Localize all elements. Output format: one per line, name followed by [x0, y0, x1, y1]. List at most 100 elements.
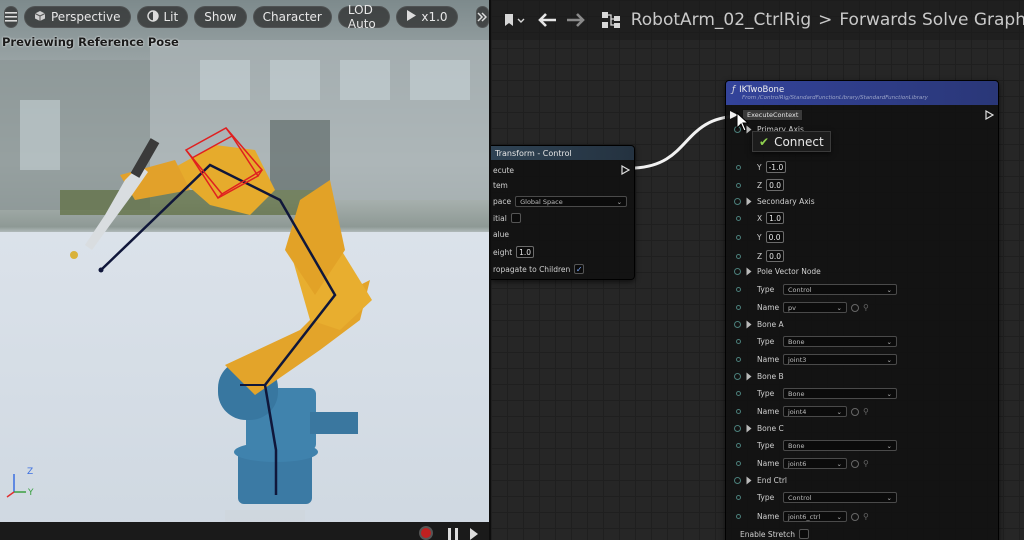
search-icon[interactable]: ⚲ [863, 459, 869, 468]
expand-triangle-icon[interactable] [746, 476, 752, 485]
pole-type-pin[interactable] [736, 287, 741, 292]
bone-b-type-pin[interactable] [736, 391, 741, 396]
bone-c-type-row: Type Bone ⌄ [734, 440, 897, 451]
chevron-down-icon: ⌄ [616, 197, 623, 206]
bone-a-pin[interactable] [734, 321, 741, 328]
perspective-label: Perspective [51, 10, 121, 24]
record-icon[interactable] [419, 526, 433, 540]
bone-c-pin[interactable] [734, 425, 741, 432]
search-icon[interactable]: ⚲ [863, 303, 869, 312]
bone-b-name-label: Name [757, 407, 780, 416]
search-icon[interactable]: ⚲ [863, 512, 869, 521]
secondary-x-row: X 1.0 [734, 212, 785, 224]
expand-triangle-icon[interactable] [746, 424, 752, 433]
pole-name-pin[interactable] [736, 305, 741, 310]
double-chevron-right-icon[interactable] [475, 6, 489, 28]
secondary-z-pin[interactable] [736, 253, 741, 259]
bone-c-name-dropdown[interactable]: joint6 ⌄ [783, 458, 847, 469]
clear-selection-icon[interactable] [851, 459, 859, 468]
show-label: Show [204, 10, 237, 24]
expand-triangle-icon[interactable] [746, 197, 752, 206]
primary-z-row: Z 0.0 [734, 179, 785, 191]
clear-selection-icon[interactable] [851, 407, 859, 416]
transform-control-node[interactable]: Transform - Control ecute tem pace Globa… [491, 145, 635, 280]
bone-b-name-value: joint4 [788, 407, 807, 416]
bone-c-name-label: Name [757, 459, 780, 468]
control-rig-graph[interactable]: RobotArm_02_CtrlRig > Forwards Solve Gra… [489, 0, 1024, 540]
transform-execute-out-pin[interactable] [621, 164, 631, 177]
expand-triangle-icon[interactable] [746, 320, 752, 329]
pole-name-value: pv [788, 303, 796, 312]
end-ctrl-type-pin[interactable] [736, 495, 741, 500]
transform-space-dropdown[interactable]: Global Space ⌄ [515, 196, 628, 207]
primary-z-input[interactable]: 0.0 [766, 179, 785, 191]
pole-vector-pin[interactable] [734, 268, 741, 275]
bone-a-name-label: Name [757, 355, 780, 364]
primary-z-letter: Z [757, 180, 763, 190]
primary-z-pin[interactable] [736, 182, 741, 188]
secondary-x-pin[interactable] [736, 215, 741, 221]
secondary-y-input[interactable]: 0.0 [765, 231, 784, 243]
show-button[interactable]: Show [194, 6, 247, 28]
bone-a-name-pin[interactable] [736, 357, 741, 362]
axis-y-label: Y [27, 488, 34, 498]
pole-name-dropdown[interactable]: pv ⌄ [783, 302, 847, 313]
search-icon[interactable]: ⚲ [863, 407, 869, 416]
bone-c-type-label: Type [757, 441, 775, 450]
bone-a-type-value: Bone [788, 337, 805, 346]
end-ctrl-name-value: joint6_ctrl [788, 512, 821, 521]
chevron-down-icon: ⌄ [886, 355, 892, 364]
expand-triangle-icon[interactable] [746, 267, 752, 276]
bone-a-type-pin[interactable] [736, 339, 741, 344]
lit-button[interactable]: Lit [136, 6, 189, 28]
bone-c-type-pin[interactable] [736, 443, 741, 448]
pause-icon[interactable] [448, 528, 458, 540]
bone-a-name-dropdown[interactable]: joint3 ⌄ [783, 354, 897, 365]
clear-selection-icon[interactable] [851, 512, 859, 521]
end-ctrl-name-pin[interactable] [736, 514, 741, 519]
enable-stretch-checkbox[interactable] [798, 529, 809, 539]
primary-y-input[interactable]: -1.0 [765, 161, 787, 173]
bone-b-pin[interactable] [734, 373, 741, 380]
step-forward-icon[interactable] [470, 528, 478, 540]
bone-b-type-dropdown[interactable]: Bone ⌄ [783, 388, 897, 399]
transform-weight-label: eight [493, 247, 513, 257]
bone-b-name-pin[interactable] [736, 409, 741, 414]
bone-c-type-dropdown[interactable]: Bone ⌄ [783, 440, 897, 451]
end-ctrl-name-row: Name joint6_ctrl ⌄ ⚲ [734, 511, 869, 522]
robot-arm-preview[interactable] [0, 0, 489, 540]
secondary-y-pin[interactable] [736, 234, 741, 240]
end-ctrl-type-dropdown[interactable]: Control ⌄ [783, 492, 897, 503]
secondary-x-letter: X [757, 213, 763, 223]
end-ctrl-type-label: Type [757, 493, 775, 502]
transform-execute-row: ecute [493, 166, 514, 175]
end-ctrl-row: End Ctrl [734, 476, 787, 485]
execute-context-out-pin[interactable] [985, 109, 995, 122]
bone-c-name-pin[interactable] [736, 461, 741, 466]
bone-b-name-dropdown[interactable]: joint4 ⌄ [783, 406, 847, 417]
end-ctrl-name-dropdown[interactable]: joint6_ctrl ⌄ [783, 511, 847, 522]
clear-selection-icon[interactable] [851, 303, 859, 312]
playback-speed-button[interactable]: x1.0 [396, 6, 458, 28]
secondary-x-input[interactable]: 1.0 [766, 212, 785, 224]
pole-type-dropdown[interactable]: Control ⌄ [783, 284, 897, 295]
hamburger-menu-icon[interactable] [4, 6, 18, 28]
transform-initial-checkbox[interactable] [510, 213, 521, 223]
primary-y-pin[interactable] [736, 164, 741, 170]
primary-y-letter: Y [757, 162, 762, 172]
expand-triangle-icon[interactable] [746, 372, 752, 381]
transform-space-value: Global Space [520, 197, 563, 206]
secondary-z-input[interactable]: 0.0 [766, 250, 785, 262]
play-icon [406, 10, 417, 24]
lod-button[interactable]: LOD Auto [337, 3, 391, 31]
bone-a-type-dropdown[interactable]: Bone ⌄ [783, 336, 897, 347]
perspective-button[interactable]: Perspective [24, 6, 131, 28]
end-ctrl-pin[interactable] [734, 477, 741, 484]
preview-viewport[interactable]: Perspective Lit Show Character LOD Auto … [0, 0, 489, 540]
transform-weight-input[interactable]: 1.0 [516, 246, 535, 258]
speed-label: x1.0 [421, 10, 448, 24]
character-button[interactable]: Character [252, 6, 332, 28]
secondary-axis-pin[interactable] [734, 198, 741, 205]
transform-propagate-checkbox[interactable]: ✓ [574, 264, 585, 274]
chevron-down-icon: ⌄ [886, 337, 892, 346]
